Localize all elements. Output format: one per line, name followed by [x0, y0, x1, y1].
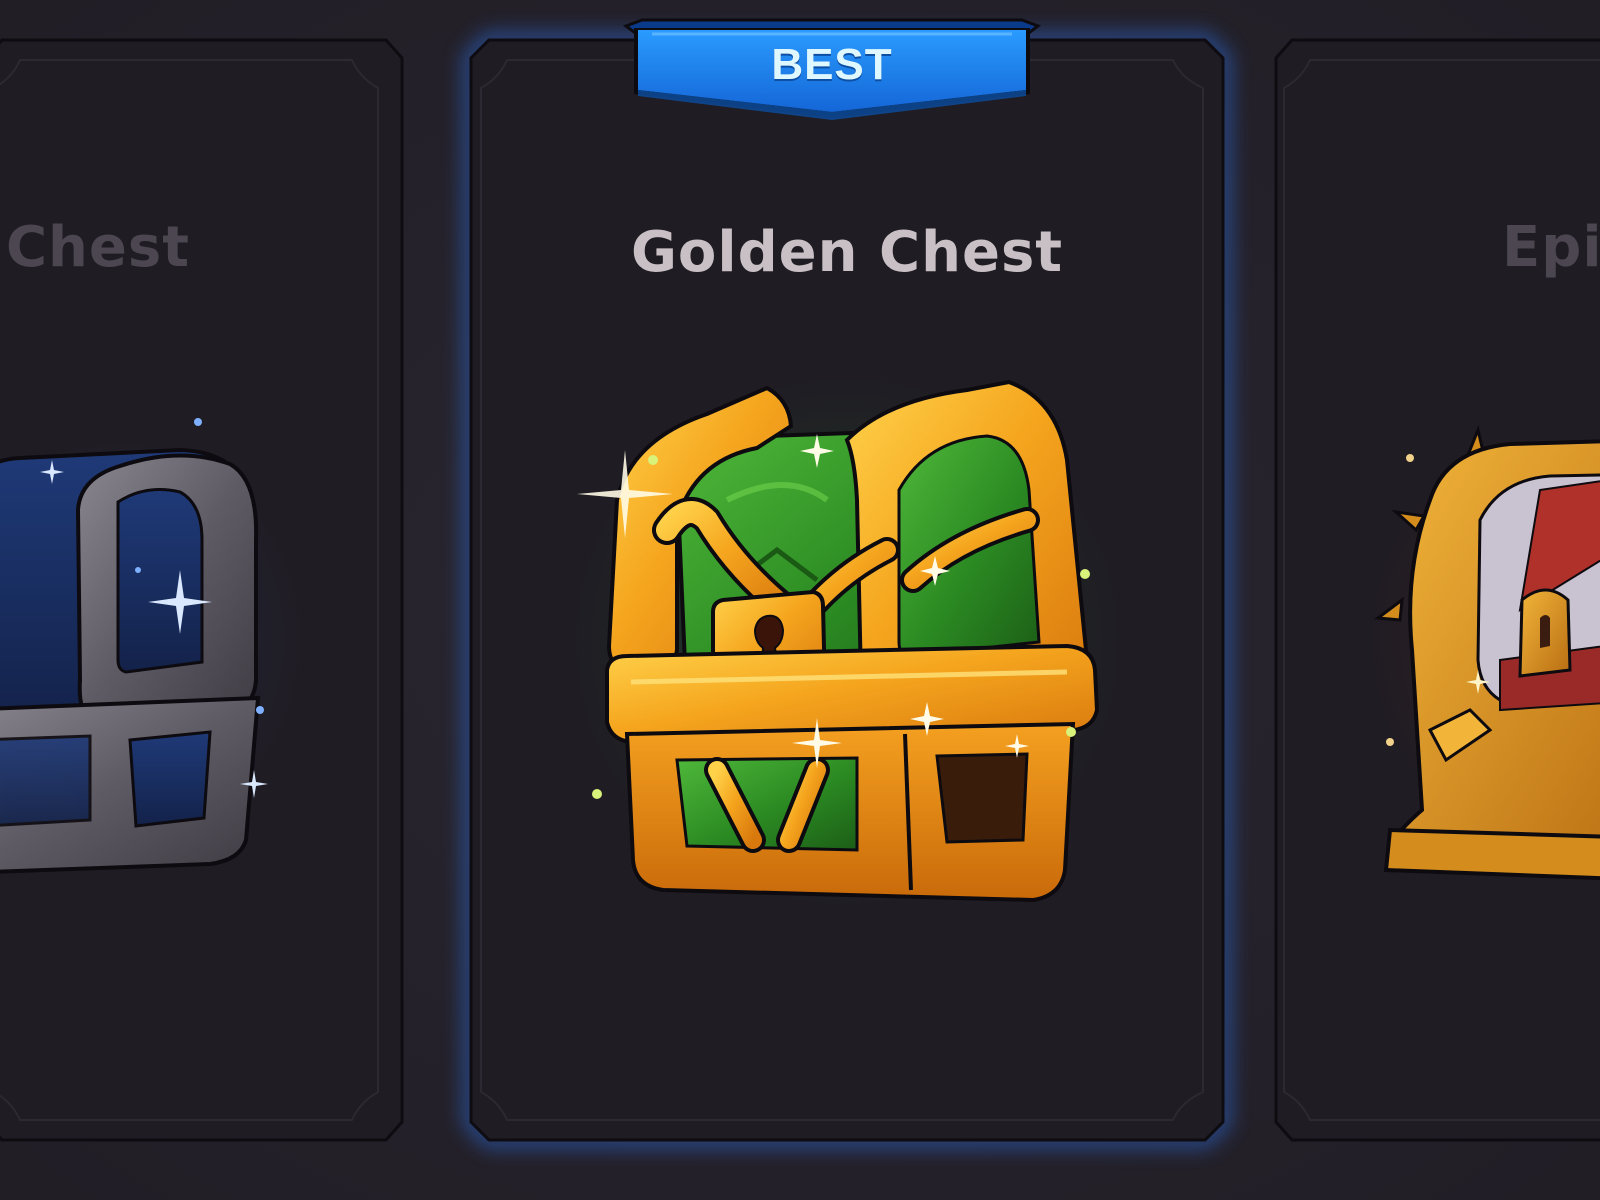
epic-chest-icon: [1350, 400, 1600, 881]
badge-label: BEST: [771, 40, 893, 89]
best-badge: BEST: [622, 18, 1042, 128]
chest-selection-screen: r Chest: [0, 0, 1600, 1200]
chest-card-left[interactable]: r Chest: [0, 38, 422, 1160]
silver-chest-icon: [0, 400, 300, 880]
golden-chest-icon: [537, 330, 1157, 930]
chest-card-golden[interactable]: Golden Chest: [464, 33, 1230, 1160]
card-title: Golden Chest: [630, 220, 1064, 285]
card-title: r Chest: [0, 215, 190, 280]
card-title: Epic: [1502, 215, 1600, 280]
chest-card-right[interactable]: Epic: [1270, 38, 1600, 1160]
